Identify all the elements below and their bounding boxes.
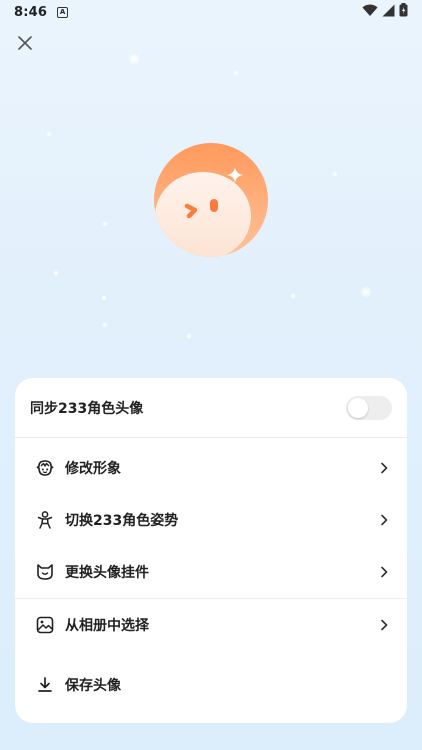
edit-appearance-label: 修改形象 [65, 461, 121, 477]
close-button[interactable] [12, 32, 38, 58]
save-avatar-row[interactable]: 保存头像 [15, 659, 407, 711]
background-sparkle [102, 221, 108, 227]
background-sparkle [101, 295, 107, 301]
sync-233-avatar-label: 同步233角色头像 [30, 400, 144, 417]
cat-face-icon [35, 562, 55, 582]
chevron-right-icon [377, 565, 391, 579]
choose-from-album-label: 从相册中选择 [65, 618, 149, 634]
close-icon [17, 35, 33, 55]
change-avatar-pendant-row[interactable]: 更换头像挂件 [15, 546, 407, 598]
background-sparkle [128, 53, 140, 65]
avatar[interactable] [153, 142, 269, 258]
pose-figure-icon [35, 510, 55, 530]
background-sparkle [233, 70, 239, 76]
status-icons [362, 3, 408, 21]
background-sparkle [102, 322, 108, 328]
background-sparkle [360, 286, 372, 298]
choose-from-album-row[interactable]: 从相册中选择 [15, 599, 407, 651]
save-avatar-label: 保存头像 [65, 678, 121, 694]
sync-233-avatar-row: 同步233角色头像 [15, 378, 407, 438]
chevron-right-icon [377, 618, 391, 632]
background-sparkle [53, 270, 59, 276]
edit-appearance-row[interactable]: 修改形象 [15, 442, 407, 494]
signal-icon [382, 4, 395, 21]
switch-233-pose-row[interactable]: 切换233角色姿势 [15, 494, 407, 546]
status-time: 8:46 [14, 4, 48, 20]
battery-icon [399, 3, 408, 21]
switch-233-pose-label: 切换233角色姿势 [65, 513, 179, 529]
background-sparkle [290, 293, 296, 299]
toggle-knob [348, 397, 368, 418]
sync-233-avatar-toggle[interactable] [346, 395, 392, 420]
wifi-icon [362, 4, 378, 21]
image-gallery-icon [35, 615, 55, 635]
chevron-right-icon [377, 461, 391, 475]
avatar-options-sheet: 同步233角色头像 修改形象 切换233角色姿势 更换头像挂件 从相册中选择 保… [15, 378, 407, 723]
a-icon: A [57, 6, 69, 18]
status-bar: 8:46 A [0, 0, 422, 24]
background-sparkle [46, 131, 52, 137]
avatar-face-icon [153, 143, 269, 262]
background-sparkle [186, 333, 192, 339]
chevron-right-icon [377, 513, 391, 527]
character-face-icon [35, 458, 55, 478]
change-avatar-pendant-label: 更换头像挂件 [65, 565, 149, 581]
background-sparkle [332, 171, 338, 177]
download-icon [35, 675, 55, 695]
